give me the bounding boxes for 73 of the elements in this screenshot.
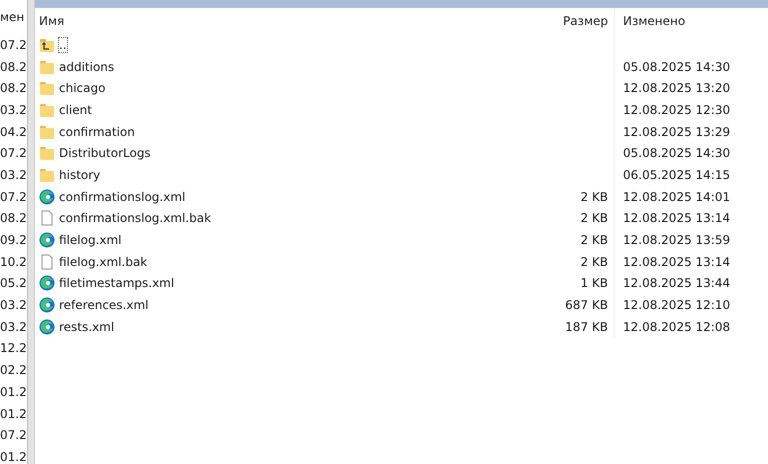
folder-icon <box>39 166 55 183</box>
file-name[interactable]: client <box>59 102 92 117</box>
folder-icon <box>39 102 55 118</box>
modified-date: 12.08.2025 12:08 <box>623 320 730 334</box>
up-folder-icon <box>39 36 55 53</box>
file-size: 2 KB <box>580 233 608 248</box>
date-cell: 08.2 <box>0 60 27 74</box>
column-header[interactable]: мен <box>0 10 24 24</box>
date-cell: 03.2 <box>0 298 27 312</box>
date-cell: 08.2 <box>0 81 27 96</box>
date-cell: 05.2 <box>0 276 27 290</box>
column-header[interactable]: Изменено <box>615 14 686 28</box>
modified-date: 12.08.2025 14:01 <box>623 190 730 204</box>
date-cell: 04.2 <box>0 124 27 139</box>
file-name[interactable]: additions <box>59 60 114 74</box>
pane-splitter[interactable] <box>27 0 35 464</box>
date-cell: 07.2 <box>0 428 27 442</box>
folder-icon <box>39 124 55 140</box>
modified-date: 05.08.2025 14:30 <box>623 60 730 74</box>
modified-date: 12.08.2025 12:30 <box>623 102 730 117</box>
modified-date: 12.08.2025 13:14 <box>623 254 730 269</box>
date-cell: 07.2 <box>0 38 27 52</box>
document-icon <box>39 210 55 226</box>
browser-document-icon <box>39 232 55 248</box>
column-header[interactable]: Имя <box>35 14 545 28</box>
date-cell: 12.2 <box>0 341 27 356</box>
file-size: 2 KB <box>580 190 608 204</box>
file-size: 187 KB <box>565 320 608 334</box>
file-name[interactable]: filelog.xml.bak <box>59 254 148 269</box>
file-name[interactable]: history <box>59 168 100 182</box>
modified-date: 12.08.2025 13:20 <box>623 81 730 96</box>
folder-icon <box>39 80 55 96</box>
date-cell: 01.2 <box>0 450 27 464</box>
date-cell: 02.2 <box>0 363 27 378</box>
file-name[interactable]: chicago <box>59 81 106 96</box>
date-cell: 10.2 <box>0 254 27 269</box>
date-cell: 03.2 <box>0 102 27 117</box>
date-cell: 03.2 <box>0 320 27 334</box>
browser-document-icon <box>39 275 55 292</box>
file-name[interactable]: DistributorLogs <box>59 146 151 160</box>
modified-date: 12.08.2025 13:29 <box>623 124 730 139</box>
modified-date: 12.08.2025 13:44 <box>623 276 730 290</box>
date-cell: 01.2 <box>0 384 27 399</box>
file-name[interactable]: confirmationslog.xml.bak <box>59 211 212 226</box>
document-icon <box>39 254 55 270</box>
file-name[interactable]: filetimestamps.xml <box>59 276 174 290</box>
file-name[interactable]: rests.xml <box>59 320 114 334</box>
browser-document-icon <box>39 318 55 335</box>
browser-document-icon <box>39 188 55 205</box>
file-size: 2 KB <box>580 254 608 269</box>
file-name[interactable]: confirmation <box>59 124 135 139</box>
modified-date: 06.05.2025 14:15 <box>623 168 730 182</box>
folder-icon <box>39 58 55 75</box>
folder-icon <box>39 145 55 162</box>
date-cell: 01.2 <box>0 406 27 421</box>
modified-date: 05.08.2025 14:30 <box>623 146 730 160</box>
date-cell: 07.2 <box>0 146 27 160</box>
modified-date: 12.08.2025 13:59 <box>623 233 730 248</box>
file-name[interactable]: .. <box>59 38 67 52</box>
modified-date: 12.08.2025 13:14 <box>623 211 730 226</box>
date-cell: 08.2 <box>0 211 27 226</box>
file-size: 687 KB <box>565 298 608 312</box>
date-cell: 09.2 <box>0 233 27 248</box>
date-cell: 07.2 <box>0 190 27 204</box>
file-name[interactable]: confirmationslog.xml <box>59 190 186 204</box>
file-size: 1 KB <box>580 276 608 290</box>
browser-document-icon <box>39 297 55 314</box>
column-header[interactable]: Размер <box>545 8 615 34</box>
file-name[interactable]: references.xml <box>59 298 148 312</box>
modified-date: 12.08.2025 12:10 <box>623 298 730 312</box>
file-name[interactable]: filelog.xml <box>59 233 122 248</box>
date-cell: 03.2 <box>0 168 27 182</box>
file-size: 2 KB <box>580 211 608 226</box>
